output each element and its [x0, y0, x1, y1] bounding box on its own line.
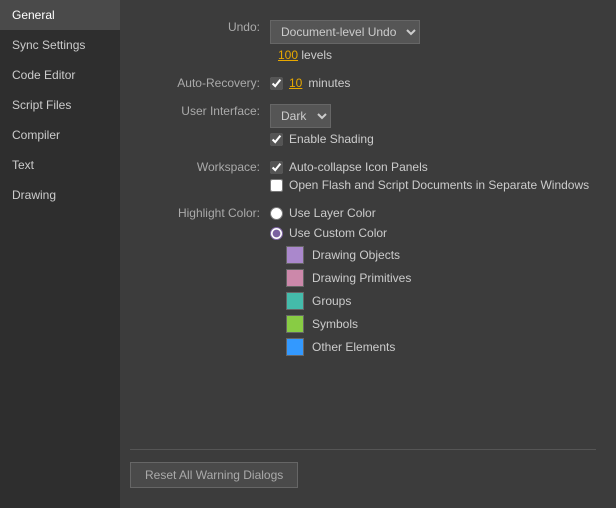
- use-custom-color-label: Use Custom Color: [289, 226, 387, 240]
- enable-shading-row: Enable Shading: [270, 132, 374, 146]
- workspace-label: Workspace:: [130, 160, 270, 192]
- color-item-drawing-primitives: Drawing Primitives: [286, 269, 411, 287]
- sidebar-item-sync-settings[interactable]: Sync Settings: [0, 30, 120, 60]
- use-layer-color-radio[interactable]: [270, 207, 283, 220]
- sidebar-item-script-files[interactable]: Script Files: [0, 90, 120, 120]
- sidebar-item-general[interactable]: General: [0, 0, 120, 30]
- groups-swatch[interactable]: [286, 292, 304, 310]
- other-elements-swatch[interactable]: [286, 338, 304, 356]
- autorecover-row: Auto-Recovery: 10 minutes: [130, 76, 596, 90]
- use-custom-color-radio[interactable]: [270, 227, 283, 240]
- groups-label: Groups: [312, 294, 351, 308]
- undo-levels-row: 100 levels: [274, 48, 420, 62]
- color-items-list: Drawing Objects Drawing Primitives Group…: [286, 246, 411, 356]
- drawing-primitives-swatch[interactable]: [286, 269, 304, 287]
- autorecover-content: 10 minutes: [270, 76, 350, 90]
- use-custom-color-row: Use Custom Color: [270, 226, 411, 240]
- drawing-objects-label: Drawing Objects: [312, 248, 400, 262]
- main-content: Undo: Document-level Undo Object-level U…: [120, 0, 616, 508]
- highlight-label: Highlight Color:: [130, 206, 270, 356]
- undo-content: Document-level Undo Object-level Undo 10…: [270, 20, 420, 62]
- autorecover-checkbox[interactable]: [270, 77, 283, 90]
- autorecover-label: Auto-Recovery:: [130, 76, 270, 90]
- bottom-section: Reset All Warning Dialogs: [130, 449, 596, 488]
- undo-select[interactable]: Document-level Undo Object-level Undo: [270, 20, 420, 44]
- workspace-row: Workspace: Auto-collapse Icon Panels Ope…: [130, 160, 596, 192]
- highlight-content: Use Layer Color Use Custom Color Drawing…: [270, 206, 411, 356]
- autocollapse-checkbox[interactable]: [270, 161, 283, 174]
- autorecover-minutes[interactable]: 10: [289, 76, 302, 90]
- open-flash-row: Open Flash and Script Documents in Separ…: [270, 178, 589, 192]
- color-item-drawing-objects: Drawing Objects: [286, 246, 411, 264]
- sidebar-item-drawing[interactable]: Drawing: [0, 180, 120, 210]
- undo-levels-value[interactable]: 100: [278, 48, 298, 62]
- sidebar-item-text[interactable]: Text: [0, 150, 120, 180]
- color-item-other-elements: Other Elements: [286, 338, 411, 356]
- color-item-groups: Groups: [286, 292, 411, 310]
- other-elements-label: Other Elements: [312, 340, 395, 354]
- open-flash-label: Open Flash and Script Documents in Separ…: [289, 178, 589, 192]
- use-layer-color-label: Use Layer Color: [289, 206, 376, 220]
- enable-shading-checkbox[interactable]: [270, 133, 283, 146]
- drawing-objects-swatch[interactable]: [286, 246, 304, 264]
- ui-content: Dark Light Enable Shading: [270, 104, 374, 146]
- symbols-swatch[interactable]: [286, 315, 304, 333]
- symbols-label: Symbols: [312, 317, 358, 331]
- autocollapse-row: Auto-collapse Icon Panels: [270, 160, 589, 174]
- ui-row: User Interface: Dark Light Enable Shadin…: [130, 104, 596, 146]
- drawing-primitives-label: Drawing Primitives: [312, 271, 411, 285]
- sidebar-item-code-editor[interactable]: Code Editor: [0, 60, 120, 90]
- autorecover-suffix: minutes: [308, 76, 350, 90]
- reset-warnings-button[interactable]: Reset All Warning Dialogs: [130, 462, 298, 488]
- enable-shading-label: Enable Shading: [289, 132, 374, 146]
- workspace-content: Auto-collapse Icon Panels Open Flash and…: [270, 160, 589, 192]
- autorecover-inner: 10 minutes: [270, 76, 350, 90]
- undo-select-wrapper: Document-level Undo Object-level Undo: [270, 20, 420, 44]
- autocollapse-label: Auto-collapse Icon Panels: [289, 160, 428, 174]
- ui-select-wrapper: Dark Light: [270, 104, 374, 128]
- highlight-row: Highlight Color: Use Layer Color Use Cus…: [130, 206, 596, 356]
- sidebar: General Sync Settings Code Editor Script…: [0, 0, 120, 508]
- color-item-symbols: Symbols: [286, 315, 411, 333]
- ui-select[interactable]: Dark Light: [270, 104, 331, 128]
- divider: [130, 449, 596, 450]
- undo-label: Undo:: [130, 20, 270, 62]
- undo-row: Undo: Document-level Undo Object-level U…: [130, 20, 596, 62]
- open-flash-checkbox[interactable]: [270, 179, 283, 192]
- use-layer-color-row: Use Layer Color: [270, 206, 411, 220]
- ui-label: User Interface:: [130, 104, 270, 146]
- sidebar-item-compiler[interactable]: Compiler: [0, 120, 120, 150]
